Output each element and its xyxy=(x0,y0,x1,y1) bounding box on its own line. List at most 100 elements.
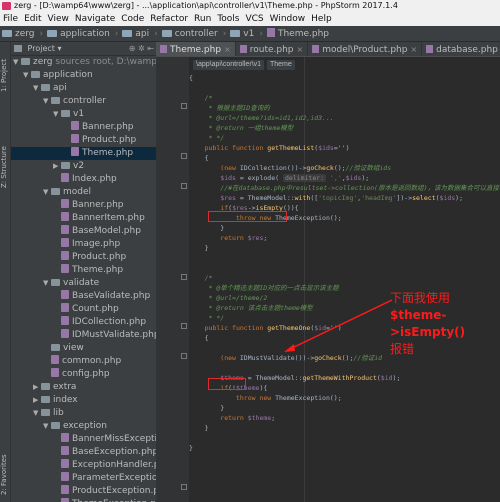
tree-file-item[interactable]: BannerItem.php xyxy=(11,212,156,225)
tree-folder-item[interactable]: view xyxy=(11,342,156,355)
tree-file-item[interactable]: config.php xyxy=(11,368,156,381)
code-editor[interactable]: \app\api\controller\v1 Theme { /* * 根据主题I… xyxy=(189,57,500,502)
code-token: } xyxy=(189,404,225,412)
menu-tools[interactable]: Tools xyxy=(214,12,242,26)
fold-marker-icon[interactable] xyxy=(181,323,187,329)
fold-marker-icon[interactable] xyxy=(181,353,187,359)
tree-file-item[interactable]: BannerMissException.php xyxy=(11,433,156,446)
nav-crumb[interactable]: zerg xyxy=(0,26,38,42)
tree-file-item[interactable]: ProductException.php xyxy=(11,485,156,498)
chevron-right-icon[interactable]: ▶ xyxy=(33,394,41,407)
project-panel-tools: ⊕ ✲ ⇤ xyxy=(129,42,154,56)
tree-file-item[interactable]: IDCollection.php xyxy=(11,316,156,329)
chevron-right-icon[interactable]: ▶ xyxy=(53,160,61,173)
favorites-tool-tab[interactable]: 2: Favorites xyxy=(0,447,11,502)
tree-folder-item[interactable]: ▶ index xyxy=(11,394,156,407)
tree-file-item[interactable]: Image.php xyxy=(11,238,156,251)
code-token: (new xyxy=(189,164,240,172)
project-view-dropdown-icon[interactable]: ▾ xyxy=(57,44,61,53)
settings-icon[interactable]: ✲ xyxy=(138,44,145,53)
project-view-selector[interactable]: Project xyxy=(28,44,55,53)
close-icon[interactable]: × xyxy=(224,45,231,54)
chevron-down-icon[interactable]: ▼ xyxy=(53,108,61,121)
nav-crumb-label: controller xyxy=(174,29,218,39)
editor-tab[interactable]: model\Product.php × xyxy=(308,42,423,56)
code-breadcrumb-item[interactable]: \app\api\controller\v1 xyxy=(193,60,264,70)
code-token: //验证id xyxy=(353,354,383,362)
menu-run[interactable]: Run xyxy=(191,12,214,26)
fold-marker-icon[interactable] xyxy=(181,153,187,159)
tree-file-item[interactable]: Product.php xyxy=(11,134,156,147)
nav-crumb[interactable]: v1 xyxy=(228,26,257,42)
code-breadcrumb-item[interactable]: Theme xyxy=(266,60,295,70)
nav-crumb[interactable]: api xyxy=(120,26,152,42)
tree-folder-item[interactable]: ▼ v1 xyxy=(11,108,156,121)
nav-crumb[interactable]: controller xyxy=(160,26,221,42)
tree-folder-item[interactable]: ▼ lib xyxy=(11,407,156,420)
tree-file-item[interactable]: ThemeException.php xyxy=(11,498,156,502)
fold-marker-icon[interactable] xyxy=(181,183,187,189)
tree-file-item[interactable]: Index.php xyxy=(11,173,156,186)
tree-item-label: ExceptionHandler.php xyxy=(72,460,156,470)
menu-vcs[interactable]: VCS xyxy=(242,12,266,26)
chevron-down-icon[interactable]: ▼ xyxy=(33,82,41,95)
tree-folder-item[interactable]: ▼ controller xyxy=(11,95,156,108)
chevron-down-icon[interactable]: ▼ xyxy=(23,69,31,82)
tree-item-label: lib xyxy=(53,408,64,418)
fold-marker-icon[interactable] xyxy=(181,484,187,490)
close-icon[interactable]: × xyxy=(410,45,417,54)
tree-file-item[interactable]: BaseException.php xyxy=(11,446,156,459)
hide-icon[interactable]: ⇤ xyxy=(147,44,154,53)
fold-marker-icon[interactable] xyxy=(181,274,187,280)
tree-folder-item[interactable]: ▼ exception xyxy=(11,420,156,433)
tree-file-item[interactable]: BaseModel.php xyxy=(11,225,156,238)
editor-tab[interactable]: Theme.php × xyxy=(156,42,236,56)
chevron-down-icon[interactable]: ▼ xyxy=(43,186,51,199)
tree-folder-item[interactable]: ▼ model xyxy=(11,186,156,199)
tree-folder-item[interactable]: ▼ api xyxy=(11,82,156,95)
tree-file-item[interactable]: BaseValidate.php xyxy=(11,290,156,303)
nav-crumb[interactable]: application xyxy=(45,26,113,42)
menu-refactor[interactable]: Refactor xyxy=(147,12,191,26)
chevron-down-icon[interactable]: ▼ xyxy=(33,407,41,420)
menu-edit[interactable]: Edit xyxy=(21,12,44,26)
tree-file-item[interactable]: ParameterException.php xyxy=(11,472,156,485)
code-token: * 根据主题ID查询的 xyxy=(189,104,270,112)
tree-file-item[interactable]: Theme.php xyxy=(11,264,156,277)
menu-code[interactable]: Code xyxy=(118,12,147,26)
tree-file-item[interactable]: Count.php xyxy=(11,303,156,316)
tree-folder-item[interactable]: ▼ validate xyxy=(11,277,156,290)
tree-item-label: IDMustValidate.php xyxy=(72,330,156,340)
tree-file-item[interactable]: Theme.php xyxy=(11,147,156,160)
tree-file-item[interactable]: Banner.php xyxy=(11,121,156,134)
fold-marker-icon[interactable] xyxy=(181,103,187,109)
editor-tab[interactable]: database.php× xyxy=(422,42,500,56)
chevron-down-icon[interactable]: ▼ xyxy=(13,56,21,69)
chevron-right-icon[interactable]: ▶ xyxy=(33,381,41,394)
tree-file-item[interactable]: common.php xyxy=(11,355,156,368)
tree-file-item[interactable]: Banner.php xyxy=(11,199,156,212)
tree-file-item[interactable]: ExceptionHandler.php xyxy=(11,459,156,472)
menu-help[interactable]: Help xyxy=(308,12,335,26)
menu-file[interactable]: File xyxy=(0,12,21,26)
nav-crumb[interactable]: Theme.php xyxy=(265,26,332,42)
code-line: public function getThemeList($ids='') xyxy=(189,143,350,153)
tree-folder-item[interactable]: ▶ extra xyxy=(11,381,156,394)
tree-folder-item[interactable]: ▶ v2 xyxy=(11,160,156,173)
sync-icon[interactable]: ⊕ xyxy=(129,44,136,53)
chevron-down-icon[interactable]: ▼ xyxy=(43,277,51,290)
chevron-down-icon[interactable]: ▼ xyxy=(43,95,51,108)
menu-view[interactable]: View xyxy=(45,12,72,26)
chevron-down-icon[interactable]: ▼ xyxy=(43,420,51,433)
project-tool-tab[interactable]: 1: Project xyxy=(0,46,11,106)
menu-window[interactable]: Window xyxy=(267,12,309,26)
tree-file-item[interactable]: Product.php xyxy=(11,251,156,264)
tree-file-item[interactable]: IDMustValidate.php xyxy=(11,329,156,342)
tree-folder-item[interactable]: ▼ zerg sources root, D:\wamp64\www xyxy=(11,56,156,69)
php-file-icon xyxy=(61,459,69,468)
close-icon[interactable]: × xyxy=(297,45,304,54)
tree-folder-item[interactable]: ▼ application xyxy=(11,69,156,82)
menu-navigate[interactable]: Navigate xyxy=(72,12,118,26)
editor-tab[interactable]: route.php × xyxy=(236,42,309,56)
structure-tool-tab[interactable]: Z: Structure xyxy=(0,132,11,202)
